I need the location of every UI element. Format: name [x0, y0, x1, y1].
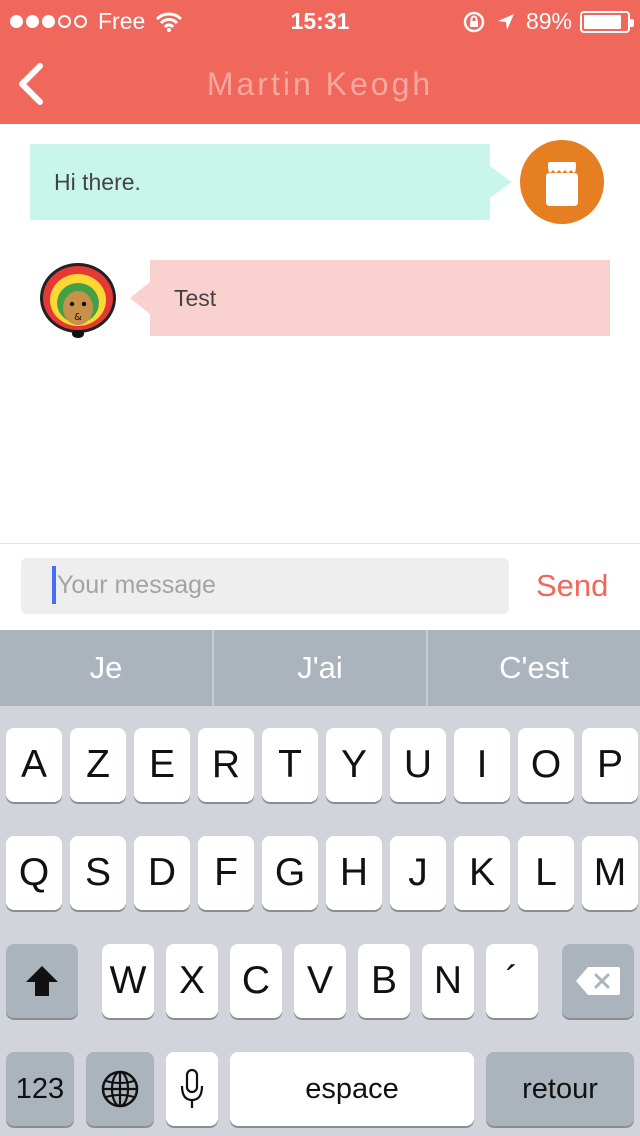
incoming-message[interactable]: Test [130, 260, 610, 336]
letter-key[interactable]: B [358, 944, 410, 1018]
delete-key[interactable] [562, 944, 634, 1018]
send-button[interactable]: Send [536, 568, 608, 604]
contact-avatar[interactable]: & [38, 262, 118, 342]
predictive-bar: Je J'ai C'est [0, 630, 640, 706]
letter-key[interactable]: Q [6, 836, 62, 910]
letter-key[interactable]: M [582, 836, 638, 910]
suggestion-item[interactable]: Je [0, 630, 214, 706]
letter-key[interactable]: X [166, 944, 218, 1018]
suggestion-item[interactable]: J'ai [214, 630, 428, 706]
space-key[interactable]: espace [230, 1052, 474, 1126]
conversation-title: Martin Keogh [206, 66, 434, 102]
rasta-character-icon: & [40, 263, 116, 338]
letter-key[interactable]: U [390, 728, 446, 802]
dictation-key[interactable] [166, 1052, 218, 1126]
letter-key[interactable]: O [518, 728, 574, 802]
status-bar: Free 15:31 89% [0, 0, 640, 40]
letter-key[interactable]: I [454, 728, 510, 802]
letter-key[interactable]: Z [70, 728, 126, 802]
letter-key[interactable]: V [294, 944, 346, 1018]
orientation-lock-icon [463, 11, 485, 32]
outgoing-message[interactable]: Hi there. [30, 144, 512, 220]
letter-key[interactable]: W [102, 944, 154, 1018]
microphone-icon [180, 1068, 204, 1108]
svg-text:&: & [74, 312, 82, 323]
letter-key[interactable]: A [6, 728, 62, 802]
header-bar: Free 15:31 89% Martin Keogh [0, 0, 640, 124]
letter-key[interactable]: J [390, 836, 446, 910]
battery-percent: 89% [525, 8, 572, 34]
keyboard: 123 espace retour AZERTYUIOP QSDFGHJKLM WX… [0, 706, 640, 1136]
letter-key[interactable]: K [454, 836, 510, 910]
globe-key[interactable] [86, 1052, 154, 1126]
letter-key[interactable]: N [422, 944, 474, 1018]
shift-key[interactable] [6, 944, 78, 1018]
my-avatar[interactable] [520, 140, 604, 224]
message-composer: Your message Send [0, 543, 640, 630]
input-placeholder: Your message [57, 571, 216, 599]
text-caret [52, 566, 56, 604]
letter-key[interactable]: Y [326, 728, 382, 802]
letter-key[interactable]: S [70, 836, 126, 910]
return-key[interactable]: retour [486, 1052, 634, 1126]
letter-key[interactable]: G [262, 836, 318, 910]
globe-icon [101, 1070, 139, 1108]
battery-fill [584, 14, 621, 29]
numbers-key[interactable]: 123 [6, 1052, 74, 1126]
battery-icon [580, 10, 634, 33]
location-arrow-icon [497, 13, 514, 30]
letter-key[interactable]: P [582, 728, 638, 802]
status-right: 89% [462, 8, 634, 35]
suggestion-item[interactable]: C'est [428, 630, 640, 706]
letter-key[interactable]: D [134, 836, 190, 910]
message-text: Hi there. [54, 168, 141, 195]
letter-key[interactable]: T [262, 728, 318, 802]
jar-icon [520, 140, 604, 224]
letter-key[interactable]: C [230, 944, 282, 1018]
letter-key[interactable]: E [134, 728, 190, 802]
message-input[interactable]: Your message [21, 558, 509, 614]
letter-key[interactable]: F [198, 836, 254, 910]
message-text: Test [174, 284, 217, 311]
letter-key[interactable]: R [198, 728, 254, 802]
letter-key[interactable]: L [518, 836, 574, 910]
backspace-icon [576, 967, 620, 995]
shift-arrow-icon [26, 966, 58, 996]
letter-key[interactable]: H [326, 836, 382, 910]
battery-nub [630, 18, 634, 27]
letter-key[interactable]: ´ [486, 944, 538, 1018]
